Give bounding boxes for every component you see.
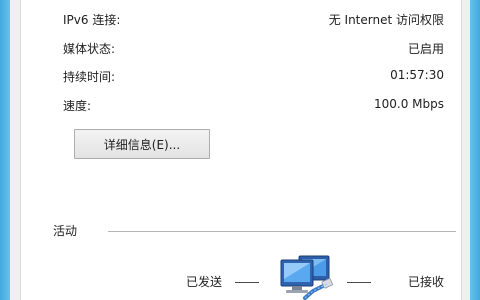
speed-label: 速度: — [63, 99, 92, 113]
sent-connector-line — [235, 282, 259, 283]
duration-row: 持续时间: 01:57:30 — [63, 68, 444, 86]
ipv6-connectivity-label: IPv6 连接: — [63, 13, 121, 27]
received-label: 已接收 — [408, 275, 445, 289]
ethernet-status-dialog: IPv6 连接: 无 Internet 访问权限 媒体状态: 已启用 持续时间:… — [10, 0, 470, 300]
media-state-value: 已启用 — [407, 42, 444, 56]
media-state-label: 媒体状态: — [63, 42, 116, 56]
received-connector-line — [347, 282, 371, 283]
window-frame-right — [470, 0, 480, 300]
details-button[interactable]: 详细信息(E)... — [74, 129, 210, 159]
ipv6-connectivity-row: IPv6 连接: 无 Internet 访问权限 — [63, 11, 444, 29]
activity-section-title: 活动 — [53, 224, 78, 238]
sent-label: 已发送 — [186, 275, 223, 289]
speed-value: 100.0 Mbps — [373, 97, 444, 111]
ipv6-connectivity-value: 无 Internet 访问权限 — [328, 13, 444, 27]
duration-value: 01:57:30 — [390, 68, 444, 82]
general-tab-panel: IPv6 连接: 无 Internet 访问权限 媒体状态: 已启用 持续时间:… — [20, 0, 462, 300]
speed-row: 速度: 100.0 Mbps — [63, 97, 444, 115]
duration-label: 持续时间: — [63, 70, 116, 84]
media-state-row: 媒体状态: 已启用 — [63, 40, 444, 58]
network-computers-icon — [280, 255, 333, 300]
window-frame-left — [0, 0, 10, 300]
activity-section-divider — [108, 231, 456, 232]
